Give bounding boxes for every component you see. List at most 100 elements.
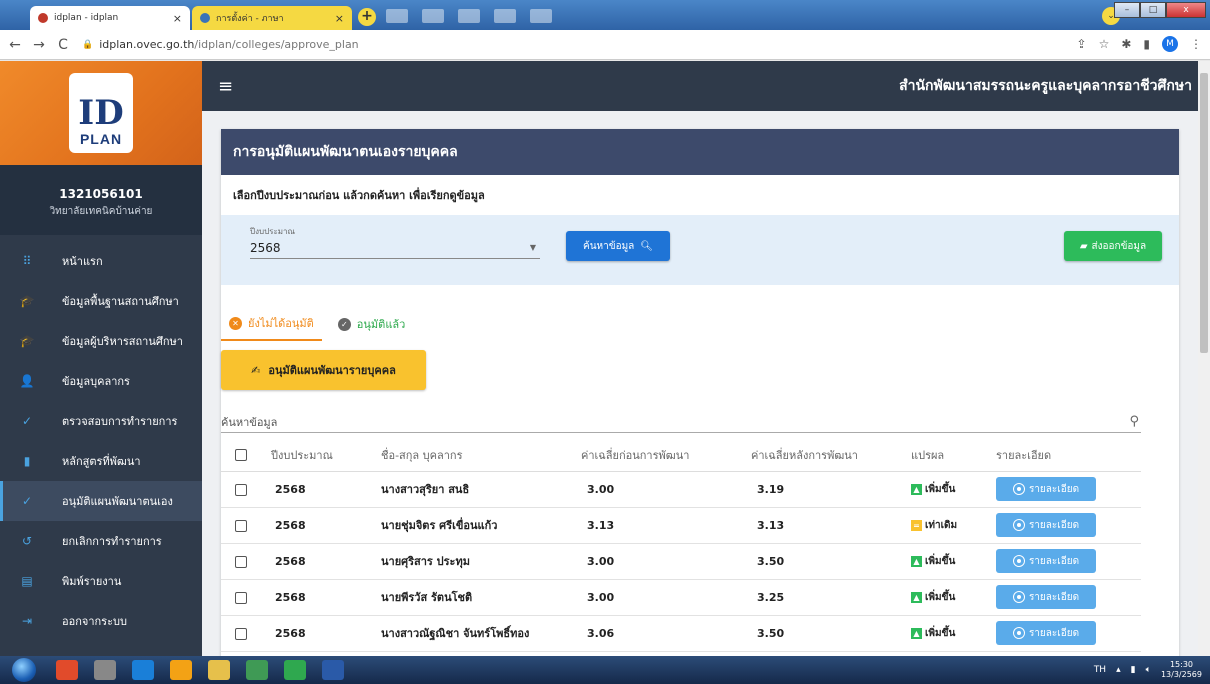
page-scrollbar[interactable] <box>1198 61 1210 656</box>
sidepanel-icon[interactable]: ▮ <box>1143 37 1150 51</box>
sidebar-item-home[interactable]: ⠿ หน้าแรก <box>0 241 202 281</box>
firefox-icon[interactable] <box>170 660 192 680</box>
minimize-button[interactable]: – <box>1114 2 1140 18</box>
detail-button[interactable]: รายละเอียด <box>996 549 1096 573</box>
detail-button-label: รายละเอียด <box>1028 555 1080 567</box>
url-field[interactable]: 🔒 idplan.ovec.go.th/idplan/colleges/appr… <box>82 38 359 51</box>
app-bar: ≡ สำนักพัฒนาสมรรถนะครูและบุคลากรอาชีวศึก… <box>202 61 1210 111</box>
network-icon[interactable]: ▮ <box>1131 665 1136 675</box>
row-fiscal-year: 2568 <box>271 471 381 508</box>
folder-icon[interactable] <box>208 660 230 680</box>
reload-button[interactable]: C <box>54 37 72 53</box>
language-indicator[interactable]: TH <box>1094 665 1106 675</box>
extensions-icon[interactable]: ✱ <box>1121 37 1131 51</box>
sidebar-menu: ⠿ หน้าแรก 🎓 ข้อมูลพื้นฐานสถานศึกษา 🎓 ข้อ… <box>0 235 202 641</box>
idplan-logo[interactable]: ID PLAN <box>69 73 133 153</box>
tab-pending-label: ยังไม่ได้อนุมัติ <box>248 317 314 330</box>
tab-approved[interactable]: ✓ อนุมัติแล้ว <box>330 307 414 341</box>
browser-tabstrip: idplan - idplan × การตั้งค่า - ภาษา × + … <box>0 0 1210 30</box>
sidebar-item-logout[interactable]: ⇥ ออกจากระบบ <box>0 601 202 641</box>
tray-arrow-icon[interactable]: ▴ <box>1116 665 1121 675</box>
select-all-checkbox[interactable] <box>235 449 247 462</box>
logo-area: ID PLAN <box>0 61 202 165</box>
row-detail-cell: รายละเอียด <box>996 579 1141 616</box>
url-path: /idplan/colleges/approve_plan <box>194 38 359 51</box>
sidebar-item-print-report[interactable]: ▤ พิมพ์รายงาน <box>0 561 202 601</box>
row-checkbox[interactable] <box>235 483 247 496</box>
row-result-cell: ▲ เพิ่มขึ้น <box>911 543 996 580</box>
clock[interactable]: 15:30 13/3/2569 <box>1161 660 1202 680</box>
row-checkbox-cell <box>221 471 271 508</box>
lock-icon: 🔒 <box>82 39 94 50</box>
search-button-label: ค้นหาข้อมูล <box>583 240 635 252</box>
sidebar-item-courses[interactable]: ▮ หลักสูตรที่พัฒนา <box>0 441 202 481</box>
card-title: การอนุมัติแผนพัฒนาตนเองรายบุคคล <box>221 129 1179 175</box>
row-checkbox[interactable] <box>235 519 247 532</box>
site-favicon-icon <box>38 13 48 23</box>
line-icon[interactable] <box>284 660 306 680</box>
sidebar-item-approve-plan[interactable]: ✓ อนุมัติแผนพัฒนาตนเอง <box>0 481 202 521</box>
search-button[interactable]: ค้นหาข้อมูล 🔍︎ <box>566 231 670 261</box>
back-button[interactable]: ← <box>6 37 24 53</box>
row-avg-before: 3.00 <box>581 579 751 616</box>
new-tab-button[interactable]: + <box>358 8 376 26</box>
app-title: สำนักพัฒนาสมรรถนะครูและบุคลากรอาชีวศึกษา <box>899 78 1192 94</box>
row-checkbox[interactable] <box>235 555 247 568</box>
file-export-icon: ▰ <box>1079 240 1088 252</box>
sidebar-item-admin-info[interactable]: 🎓 ข้อมูลผู้บริหารสถานศึกษา <box>0 321 202 361</box>
col-name: ชื่อ-สกุล บุคลากร <box>381 439 581 472</box>
sidebar-item-school-info[interactable]: 🎓 ข้อมูลพื้นฐานสถานศึกษา <box>0 281 202 321</box>
clock-date: 13/3/2569 <box>1160 670 1202 679</box>
sidebar-item-personnel[interactable]: 👤 ข้อมูลบุคลากร <box>0 361 202 401</box>
detail-button[interactable]: รายละเอียด <box>996 621 1096 645</box>
row-avg-before: 3.13 <box>581 507 751 544</box>
select-all-checkbox-cell <box>221 439 271 472</box>
start-button[interactable] <box>12 658 36 682</box>
export-button[interactable]: ▰ ส่งออกข้อมูล <box>1064 231 1162 261</box>
fiscal-year-select[interactable]: 2568 ▼ <box>250 237 540 259</box>
approve-plan-button[interactable]: ✍ อนุมัติแผนพัฒนารายบุคคล <box>221 350 426 390</box>
row-checkbox[interactable] <box>235 627 247 640</box>
tab-pending[interactable]: ✕ ยังไม่ได้อนุมัติ <box>221 307 322 341</box>
row-result-cell: ▲ เพิ่มขึ้น <box>911 615 996 652</box>
arrow-up-icon: ▲ <box>911 555 922 567</box>
media-player-icon[interactable] <box>56 660 78 680</box>
volume-icon[interactable]: 🔈︎ <box>1146 665 1151 675</box>
user-college: วิทยาลัยเทคนิคบ้านค่าย <box>49 206 153 217</box>
result-badge: ▲ เพิ่มขึ้น <box>911 590 955 605</box>
settings-favicon-icon <box>200 13 210 23</box>
hamburger-menu-icon[interactable]: ≡ <box>218 76 233 97</box>
snipping-tool-icon[interactable] <box>94 660 116 680</box>
sidebar-item-review[interactable]: ✓ ตรวจสอบการทำรายการ <box>0 401 202 441</box>
school-icon: 🎓 <box>19 334 35 348</box>
maximize-button[interactable]: □ <box>1140 2 1166 18</box>
menu-icon[interactable]: ⋮ <box>1190 37 1202 51</box>
browser-tab-idplan[interactable]: idplan - idplan × <box>30 6 190 30</box>
table-search-input[interactable]: ค้นหาข้อมูล ⚲ <box>221 411 1141 433</box>
main-content: การอนุมัติแผนพัฒนาตนเองรายบุคคล เลือกปีง… <box>202 111 1198 656</box>
col-avg-after: ค่าเฉลี่ยหลังการพัฒนา <box>751 439 911 472</box>
row-checkbox[interactable] <box>235 591 247 604</box>
sidebar-item-cancel[interactable]: ↺ ยกเลิกการทำรายการ <box>0 521 202 561</box>
close-window-button[interactable]: x <box>1166 2 1206 18</box>
table-row: 2568 นายพีรวัส รัตนโชติ 3.00 3.25 ▲ เพิ่มขึ้น… <box>221 579 1141 616</box>
chrome-icon[interactable] <box>246 660 268 680</box>
share-icon[interactable]: ⇪ <box>1077 37 1087 51</box>
profile-avatar[interactable]: M <box>1162 36 1178 52</box>
detail-button[interactable]: รายละเอียด <box>996 513 1096 537</box>
detail-button[interactable]: รายละเอียด <box>996 585 1096 609</box>
close-tab-icon[interactable]: × <box>335 12 344 25</box>
col-fiscal-year: ปีงบประมาณ <box>271 439 381 472</box>
ie-icon[interactable] <box>132 660 154 680</box>
result-badge: ▲ เพิ่มขึ้น <box>911 554 955 569</box>
browser-tab-settings[interactable]: การตั้งค่า - ภาษา × <box>192 6 352 30</box>
detail-button-label: รายละเอียด <box>1028 591 1080 603</box>
detail-button[interactable]: รายละเอียด <box>996 477 1096 501</box>
close-tab-icon[interactable]: × <box>173 12 182 25</box>
forward-button[interactable]: → <box>30 37 48 53</box>
search-icon: ⚲ <box>1129 414 1139 429</box>
word-icon[interactable] <box>322 660 344 680</box>
star-icon[interactable]: ☆ <box>1099 37 1110 51</box>
scrollbar-thumb[interactable] <box>1200 73 1208 353</box>
search-icon: 🔍︎ <box>640 240 653 252</box>
